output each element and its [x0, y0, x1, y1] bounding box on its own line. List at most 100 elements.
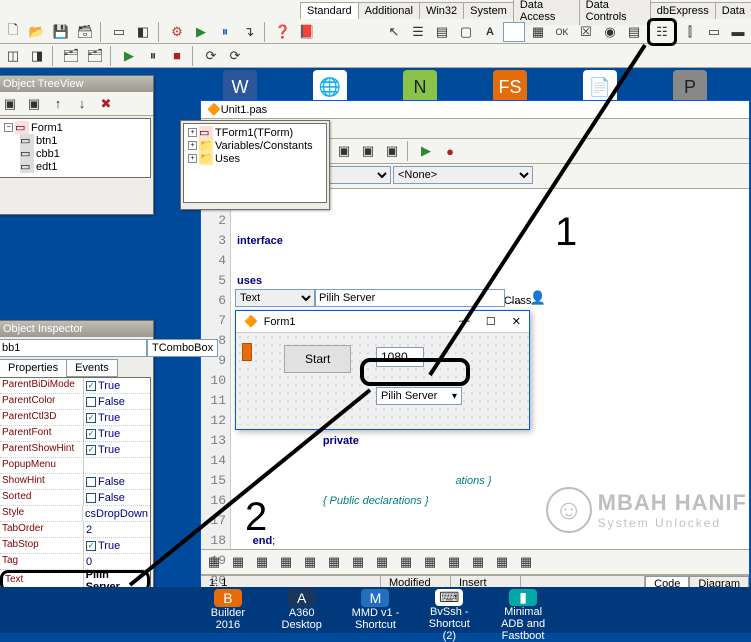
cfg-icon[interactable]: ⚙	[166, 22, 188, 42]
toggle-icon[interactable]: ◧	[132, 22, 154, 42]
minimize-icon[interactable]: —	[459, 315, 470, 328]
inspector-tab-events[interactable]: Events	[66, 359, 118, 377]
tab-system[interactable]: System	[463, 2, 514, 19]
scrollbar-icon[interactable]: ⫿	[679, 22, 701, 42]
ct5-icon[interactable]: ▣	[357, 141, 379, 161]
al10-icon[interactable]: ▦	[419, 552, 441, 572]
prop-row-parentcolor[interactable]: ParentColorFalse	[0, 394, 150, 410]
al12-icon[interactable]: ▦	[467, 552, 489, 572]
al1-icon[interactable]: ▦	[203, 552, 225, 572]
task-bvssh[interactable]: ⌨BvSsh - Shortcut (2)	[421, 589, 477, 631]
prop-row-tabstop[interactable]: TabStop✓True	[0, 538, 150, 554]
quick-prop-person-icon[interactable]: 👤	[527, 288, 549, 308]
help-icon[interactable]: ❓	[272, 22, 294, 42]
maximize-icon[interactable]: ☐	[486, 315, 496, 328]
tab-win32[interactable]: Win32	[419, 2, 464, 19]
al7-icon[interactable]: ▦	[347, 552, 369, 572]
tab-standard[interactable]: Standard	[300, 2, 359, 19]
new-icon[interactable]: 🗋	[2, 22, 24, 42]
task-a360[interactable]: AA360 Desktop	[274, 589, 330, 631]
al8-icon[interactable]: ▦	[371, 552, 393, 572]
tree-form1[interactable]: −▭Form1	[2, 121, 148, 134]
al4-icon[interactable]: ▦	[275, 552, 297, 572]
tree-btn1[interactable]: ▭btn1	[2, 134, 148, 147]
close-icon[interactable]: ✕	[512, 315, 521, 328]
project-icon[interactable]: 🗂	[60, 46, 82, 66]
panel-icon[interactable]: ▬	[727, 22, 749, 42]
start-button[interactable]: Start	[284, 345, 351, 373]
prop-row-popupmenu[interactable]: PopupMenu	[0, 458, 150, 474]
open-icon[interactable]: 📂	[26, 22, 48, 42]
prop-row-tag[interactable]: Tag0	[0, 554, 150, 570]
al14-icon[interactable]: ▦	[515, 552, 537, 572]
run2-icon[interactable]: ▶	[118, 46, 140, 66]
prop-row-style[interactable]: StylecsDropDown	[0, 506, 150, 522]
run3-icon[interactable]: ▶	[415, 141, 437, 161]
listbox-icon[interactable]: ▤	[623, 22, 645, 42]
tv-btn1-icon[interactable]: ▣	[0, 94, 21, 114]
al5-icon[interactable]: ▦	[299, 552, 321, 572]
tv-btn3-icon[interactable]: ↑	[47, 94, 69, 114]
al2-icon[interactable]: ▦	[227, 552, 249, 572]
views2-icon[interactable]: ◨	[26, 46, 48, 66]
book-icon[interactable]: 📕	[296, 22, 318, 42]
server-combobox[interactable]: Pilih Server	[376, 387, 462, 405]
radiobutton-icon[interactable]: ◉	[599, 22, 621, 42]
frame-icon[interactable]: ▢	[455, 22, 477, 42]
al6-icon[interactable]: ▦	[323, 552, 345, 572]
views-icon[interactable]: ◫	[2, 46, 24, 66]
label-icon[interactable]: A	[479, 22, 501, 42]
prop-row-parentctl3d[interactable]: ParentCtl3D✓True	[0, 410, 150, 426]
prop-row-taborder[interactable]: TabOrder2	[0, 522, 150, 538]
struct-uses[interactable]: +📁Uses	[186, 152, 324, 165]
saveall-icon[interactable]: 🗃	[74, 22, 96, 42]
run-icon[interactable]: ▶	[190, 22, 212, 42]
pause2-icon[interactable]: ⏸	[142, 46, 164, 66]
extra1-icon[interactable]: ⟳	[200, 46, 222, 66]
object-tree[interactable]: −▭Form1 ▭btn1 ▭cbb1 ▭edt1	[0, 118, 151, 178]
al13-icon[interactable]: ▦	[491, 552, 513, 572]
inspector-tab-properties[interactable]: Properties	[0, 359, 67, 377]
step-icon[interactable]: ↴	[238, 22, 260, 42]
tv-btn2-icon[interactable]: ▣	[23, 94, 45, 114]
tree-cbb1[interactable]: ▭cbb1	[2, 147, 148, 160]
task-adb[interactable]: ▮Minimal ADB and Fastboot	[495, 589, 551, 631]
ct6-icon[interactable]: ▣	[381, 141, 403, 161]
task-mmd[interactable]: MMMD v1 - Shortcut	[348, 589, 404, 631]
tab-data[interactable]: Data	[715, 2, 751, 19]
struct-vars[interactable]: +📁Variables/Constants	[186, 139, 324, 152]
bp-icon[interactable]: ●	[439, 141, 461, 161]
tab-dbexpress[interactable]: dbExpress	[650, 2, 716, 19]
save-icon[interactable]: 💾	[50, 22, 72, 42]
prop-row-parentshowhint[interactable]: ParentShowHint✓True	[0, 442, 150, 458]
popupmenu-icon[interactable]: ▤	[431, 22, 453, 42]
combobox-icon[interactable]: ☷	[647, 18, 677, 46]
quick-prop-name[interactable]: Text	[235, 289, 315, 307]
prop-row-parentfont[interactable]: ParentFont✓True	[0, 426, 150, 442]
quick-prop-value[interactable]	[315, 289, 505, 307]
extra2-icon[interactable]: ⟳	[224, 46, 246, 66]
tv-del-icon[interactable]: ✖	[95, 94, 117, 114]
al3-icon[interactable]: ▦	[251, 552, 273, 572]
mainmenu-icon[interactable]: ☰	[407, 22, 429, 42]
property-grid[interactable]: ParentBiDiMode✓TrueParentColorFalseParen…	[0, 377, 151, 617]
prop-row-sorted[interactable]: SortedFalse	[0, 490, 150, 506]
project2-icon[interactable]: 🗂	[84, 46, 106, 66]
al9-icon[interactable]: ▦	[395, 552, 417, 572]
memo-icon[interactable]: ▦	[527, 22, 549, 42]
tree-edt1[interactable]: ▭edt1	[2, 160, 148, 173]
new-form-icon[interactable]: ▭	[108, 22, 130, 42]
ct4-icon[interactable]: ▣	[333, 141, 355, 161]
pointer-icon[interactable]: ↖	[383, 22, 405, 42]
quick-prop-more-icon[interactable]: …	[505, 288, 527, 308]
al11-icon[interactable]: ▦	[443, 552, 465, 572]
checkbox-icon[interactable]: ☒	[575, 22, 597, 42]
button-icon[interactable]: OK	[551, 22, 573, 42]
struct-tform1[interactable]: +▭TForm1(TForm)	[186, 126, 324, 139]
prop-row-parentbidimode[interactable]: ParentBiDiMode✓True	[0, 378, 150, 394]
stop-icon[interactable]: ■	[166, 46, 188, 66]
pause-icon[interactable]: ⏸	[214, 22, 236, 42]
tab-additional[interactable]: Additional	[358, 2, 420, 19]
tv-btn4-icon[interactable]: ↓	[71, 94, 93, 114]
members-dropdown[interactable]: <None>	[393, 166, 533, 184]
